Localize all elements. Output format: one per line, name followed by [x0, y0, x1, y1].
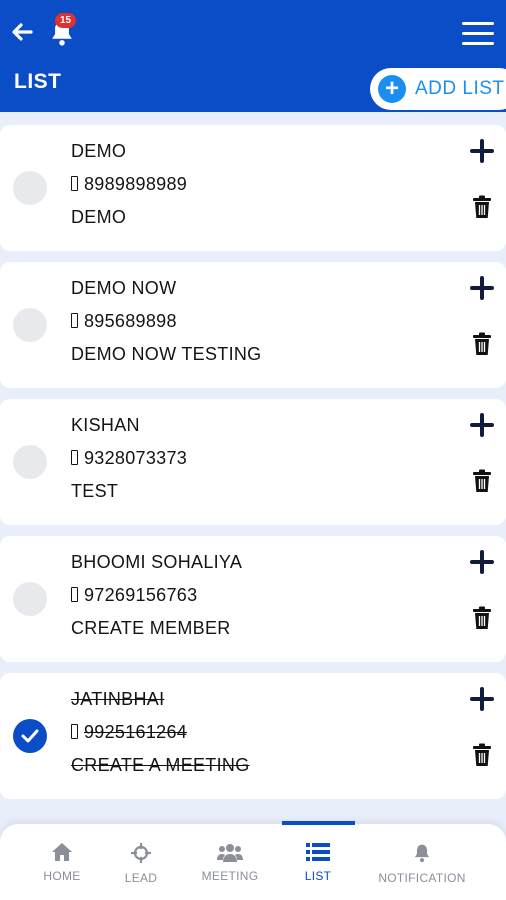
nav-label: NOTIFICATION: [378, 871, 466, 885]
plus-icon: [470, 687, 494, 711]
todo-list: DEMO 8989898989 DEMO DEMO NOW 895689898 DEMO …: [0, 125, 506, 810]
item-phone-number: 9925161264: [84, 722, 188, 742]
complete-checkbox[interactable]: [13, 171, 47, 205]
plus-icon: [470, 139, 494, 163]
page-title: LIST: [14, 70, 62, 93]
item-note: CREATE A MEETING: [71, 755, 250, 775]
phone-icon: [71, 587, 78, 602]
nav-tab-notification[interactable]: NOTIFICATION: [372, 842, 472, 885]
trash-icon: [473, 606, 491, 629]
complete-checkbox[interactable]: [13, 719, 47, 753]
add-list-button[interactable]: + ADD LIST: [370, 68, 506, 110]
app-header: 15 LIST + ADD LIST: [0, 0, 506, 112]
add-button[interactable]: [470, 139, 494, 163]
complete-checkbox[interactable]: [13, 445, 47, 479]
item-name: JATINBHAI: [71, 689, 165, 709]
plus-circle-icon: +: [378, 75, 406, 103]
item-name: BHOOMI SOHALIYA: [71, 552, 243, 572]
group-icon: [180, 842, 280, 862]
crosshair-icon: [91, 842, 191, 864]
add-list-label: ADD LIST: [415, 78, 505, 99]
trash-icon: [473, 469, 491, 492]
add-button[interactable]: [470, 276, 494, 300]
list-item: BHOOMI SOHALIYA 97269156763 CREATE MEMBER: [0, 536, 506, 662]
item-phone-number: 8989898989: [84, 174, 188, 194]
list-item: DEMO 8989898989 DEMO: [0, 125, 506, 251]
nav-label: LEAD: [124, 871, 158, 885]
complete-checkbox[interactable]: [13, 582, 47, 616]
phone-icon: [71, 313, 78, 328]
bottom-navigation: HOME LEAD MEETING LIST NOTIFICATION: [0, 821, 506, 900]
item-phone: 9328073373: [71, 448, 187, 469]
bell-icon: [372, 842, 472, 864]
item-phone: 9925161264: [71, 722, 187, 743]
back-arrow-icon[interactable]: [10, 20, 34, 44]
nav-tab-list[interactable]: LIST: [268, 842, 368, 883]
nav-tab-lead[interactable]: LEAD: [91, 842, 191, 885]
delete-button[interactable]: [472, 195, 492, 219]
item-phone: 8989898989: [71, 174, 187, 195]
checkmark-icon: [21, 729, 39, 743]
item-name: DEMO NOW: [71, 278, 177, 298]
list-item: DEMO NOW 895689898 DEMO NOW TESTING: [0, 262, 506, 388]
item-phone-number: 97269156763: [84, 585, 198, 605]
notifications-button[interactable]: 15: [48, 13, 78, 48]
plus-icon: [470, 276, 494, 300]
trash-icon: [473, 332, 491, 355]
delete-button[interactable]: [472, 743, 492, 767]
item-phone-number: 9328073373: [84, 448, 188, 468]
nav-label: LIST: [304, 869, 332, 883]
hamburger-menu-icon[interactable]: [462, 22, 494, 46]
delete-button[interactable]: [472, 606, 492, 630]
list-icon: [268, 842, 368, 862]
item-note: CREATE MEMBER: [71, 618, 231, 638]
item-note: TEST: [71, 481, 119, 501]
item-phone-number: 895689898: [84, 311, 177, 331]
phone-icon: [71, 450, 78, 465]
phone-icon: [71, 176, 78, 191]
nav-label: MEETING: [201, 869, 259, 883]
list-item: JATINBHAI 9925161264 CREATE A MEETING: [0, 673, 506, 799]
item-phone: 97269156763: [71, 585, 197, 606]
trash-icon: [473, 743, 491, 766]
item-note: DEMO: [71, 207, 127, 227]
list-item: KISHAN 9328073373 TEST: [0, 399, 506, 525]
add-button[interactable]: [470, 550, 494, 574]
phone-icon: [71, 724, 78, 739]
plus-icon: [470, 550, 494, 574]
item-note: DEMO NOW TESTING: [71, 344, 262, 364]
nav-tab-meeting[interactable]: MEETING: [180, 842, 280, 883]
trash-icon: [473, 195, 491, 218]
item-phone: 895689898: [71, 311, 177, 332]
complete-checkbox[interactable]: [13, 308, 47, 342]
plus-icon: [470, 413, 494, 437]
item-name: DEMO: [71, 141, 127, 161]
add-button[interactable]: [470, 413, 494, 437]
item-name: KISHAN: [71, 415, 140, 435]
add-button[interactable]: [470, 687, 494, 711]
delete-button[interactable]: [472, 332, 492, 356]
notification-count-badge: 15: [55, 13, 77, 28]
active-tab-indicator: [282, 821, 355, 825]
delete-button[interactable]: [472, 469, 492, 493]
